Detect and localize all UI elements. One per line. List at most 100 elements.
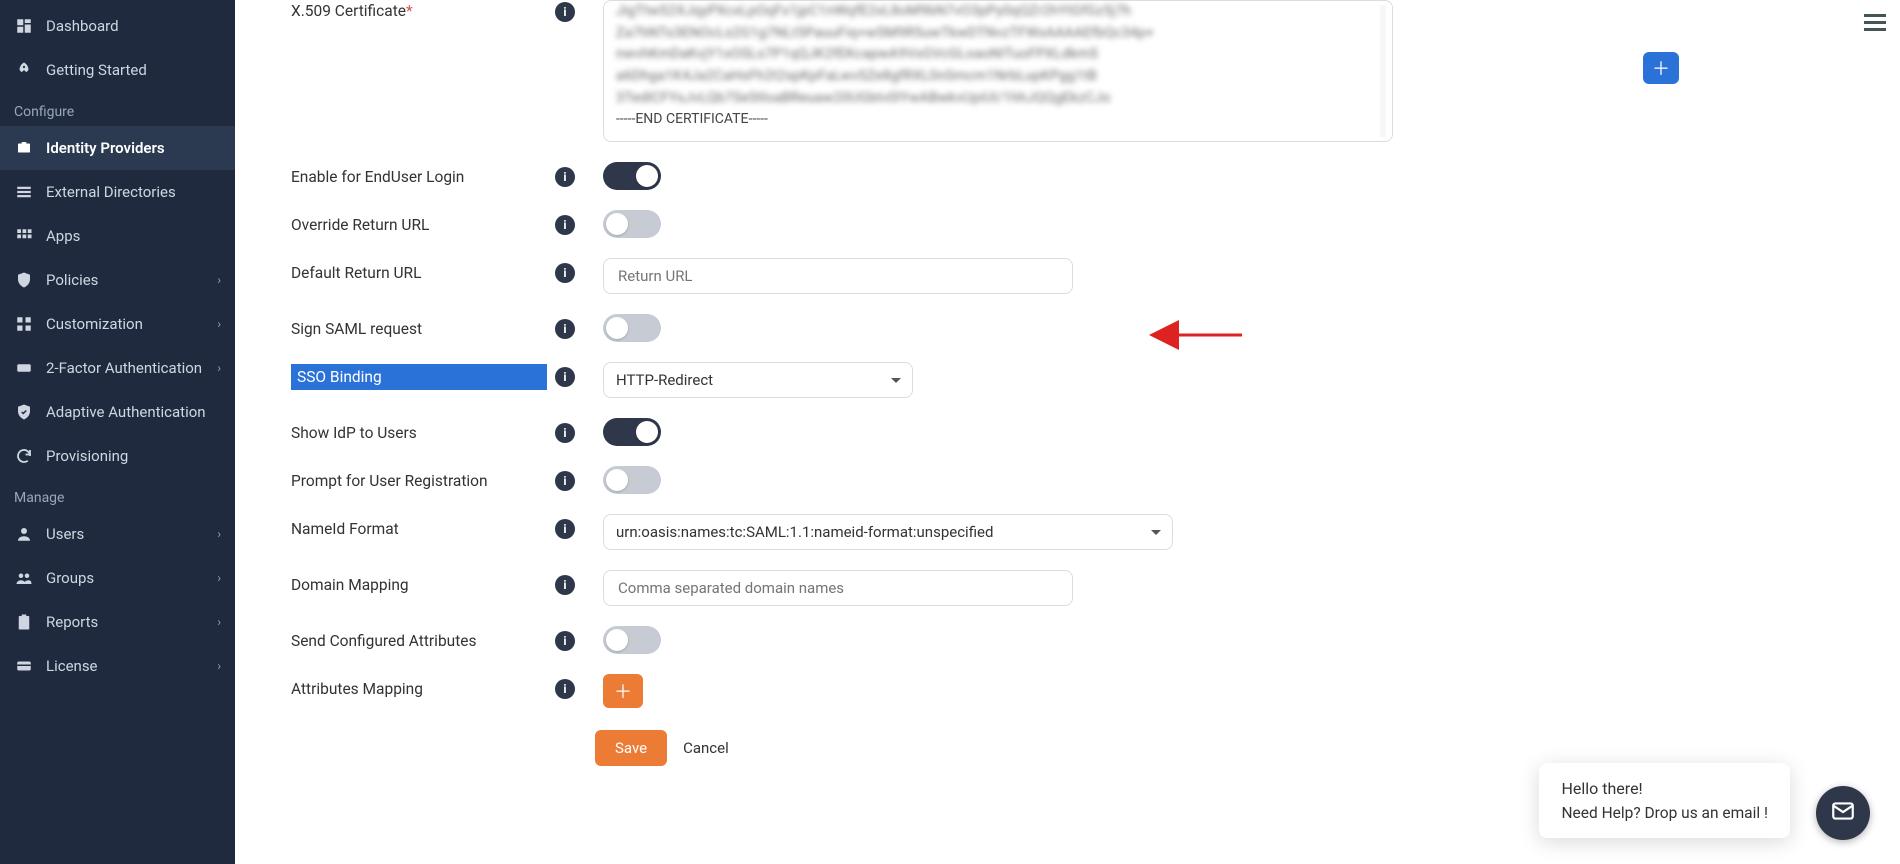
chevron-right-icon: › <box>217 571 221 585</box>
toggle-show-idp[interactable] <box>603 418 661 446</box>
rocket-icon <box>14 60 34 80</box>
label-enable-enduser: Enable for EndUser Login <box>291 162 547 186</box>
sidebar-item-label: License <box>46 657 98 675</box>
sidebar-item-users[interactable]: Users › <box>0 512 235 556</box>
add-attribute-mapping-button[interactable]: ＋ <box>603 674 643 708</box>
menu-toggle-button[interactable] <box>1864 10 1886 35</box>
chevron-right-icon: › <box>217 317 221 331</box>
sidebar-item-license[interactable]: License › <box>0 644 235 688</box>
sidebar-item-apps[interactable]: Apps <box>0 214 235 258</box>
chevron-right-icon: › <box>217 361 221 375</box>
dashboard-icon <box>14 16 34 36</box>
chevron-right-icon: › <box>217 615 221 629</box>
cancel-button[interactable]: Cancel <box>683 739 729 757</box>
sidebar-item-policies[interactable]: Policies › <box>0 258 235 302</box>
info-icon[interactable]: i <box>555 2 575 22</box>
customize-icon <box>14 314 34 334</box>
sidebar-item-external-directories[interactable]: External Directories <box>0 170 235 214</box>
hamburger-icon <box>1864 14 1886 17</box>
domain-mapping-input[interactable] <box>603 570 1073 606</box>
label-attr-mapping: Attributes Mapping <box>291 674 547 698</box>
info-icon[interactable]: i <box>555 367 575 387</box>
sidebar-item-label: Apps <box>46 227 80 245</box>
card-icon <box>14 656 34 676</box>
plus-icon: ＋ <box>1652 55 1670 81</box>
label-show-idp: Show IdP to Users <box>291 418 547 442</box>
toggle-override-return[interactable] <box>603 210 661 238</box>
identity-icon <box>14 138 34 158</box>
shield-icon <box>14 270 34 290</box>
sidebar-item-label: Identity Providers <box>46 139 165 157</box>
label-prompt-reg: Prompt for User Registration <box>291 466 547 490</box>
sidebar-item-reports[interactable]: Reports › <box>0 600 235 644</box>
sso-binding-select[interactable]: HTTP-Redirect <box>603 362 913 398</box>
sidebar-item-provisioning[interactable]: Provisioning <box>0 434 235 478</box>
sidebar-item-groups[interactable]: Groups › <box>0 556 235 600</box>
info-icon[interactable]: i <box>555 519 575 539</box>
clipboard-icon <box>14 612 34 632</box>
label-default-return: Default Return URL <box>291 258 547 282</box>
sidebar-item-identity-providers[interactable]: Identity Providers <box>0 126 235 170</box>
sidebar-section-manage: Manage <box>0 478 235 512</box>
chevron-right-icon: › <box>217 273 221 287</box>
sidebar-item-label: Customization <box>46 315 143 333</box>
chat-greeting: Hello there! <box>1561 779 1768 798</box>
sidebar-item-label: Dashboard <box>46 17 119 35</box>
sidebar-item-label: 2-Factor Authentication <box>46 359 202 377</box>
sidebar-item-getting-started[interactable]: Getting Started <box>0 48 235 92</box>
sidebar-item-label: Reports <box>46 613 98 631</box>
x509-certificate-textarea[interactable]: JigTtwS2XJqyPXcxLpOqFx1jpC1nWqfE2xL8oM9b… <box>603 0 1393 142</box>
main-content: X.509 Certificate* i JigTtwS2XJqyPXcxLpO… <box>235 0 1900 864</box>
plus-icon: ＋ <box>614 678 632 704</box>
sidebar-item-customization[interactable]: Customization › <box>0 302 235 346</box>
shield-check-icon <box>14 402 34 422</box>
label-x509: X.509 Certificate* <box>291 0 547 20</box>
apps-icon <box>14 226 34 246</box>
label-sign-saml: Sign SAML request <box>291 314 547 338</box>
label-domain-mapping: Domain Mapping <box>291 570 547 594</box>
info-icon[interactable]: i <box>555 215 575 235</box>
sidebar-item-label: External Directories <box>46 183 176 201</box>
sidebar-section-configure: Configure <box>0 92 235 126</box>
toggle-prompt-reg[interactable] <box>603 466 661 494</box>
toggle-enable-enduser[interactable] <box>603 162 661 190</box>
info-icon[interactable]: i <box>555 263 575 283</box>
chat-button[interactable] <box>1816 786 1870 840</box>
sidebar-item-label: Policies <box>46 271 98 289</box>
nameid-format-select[interactable]: urn:oasis:names:tc:SAML:1.1:nameid-forma… <box>603 514 1173 550</box>
label-nameid: NameId Format <box>291 514 547 538</box>
toggle-send-attrs[interactable] <box>603 626 661 654</box>
info-icon[interactable]: i <box>555 575 575 595</box>
user-icon <box>14 524 34 544</box>
group-icon <box>14 568 34 588</box>
sidebar-item-label: Groups <box>46 569 94 587</box>
info-icon[interactable]: i <box>555 471 575 491</box>
two-factor-icon <box>14 358 34 378</box>
sidebar-item-label: Adaptive Authentication <box>46 403 206 421</box>
default-return-url-input[interactable] <box>603 258 1073 294</box>
add-certificate-button[interactable]: ＋ <box>1643 52 1679 84</box>
sidebar-item-label: Users <box>46 525 84 543</box>
info-icon[interactable]: i <box>555 631 575 651</box>
sync-icon <box>14 446 34 466</box>
sidebar: Dashboard Getting Started Configure Iden… <box>0 0 235 864</box>
list-icon <box>14 182 34 202</box>
info-icon[interactable]: i <box>555 319 575 339</box>
toggle-sign-saml[interactable] <box>603 314 661 342</box>
save-button[interactable]: Save <box>595 730 667 766</box>
sidebar-item-adaptive-auth[interactable]: Adaptive Authentication <box>0 390 235 434</box>
info-icon[interactable]: i <box>555 679 575 699</box>
mail-icon <box>1830 798 1856 828</box>
sidebar-item-two-factor[interactable]: 2-Factor Authentication › <box>0 346 235 390</box>
info-icon[interactable]: i <box>555 423 575 443</box>
sidebar-item-label: Provisioning <box>46 447 128 465</box>
label-override-return: Override Return URL <box>291 210 547 234</box>
chevron-right-icon: › <box>217 527 221 541</box>
label-send-attrs: Send Configured Attributes <box>291 626 547 650</box>
label-sso-binding: SSO Binding <box>291 364 547 390</box>
chevron-right-icon: › <box>217 659 221 673</box>
sidebar-item-label: Getting Started <box>46 61 147 79</box>
sidebar-item-dashboard[interactable]: Dashboard <box>0 4 235 48</box>
chat-help-text: Need Help? Drop us an email ! <box>1561 804 1768 822</box>
info-icon[interactable]: i <box>555 167 575 187</box>
